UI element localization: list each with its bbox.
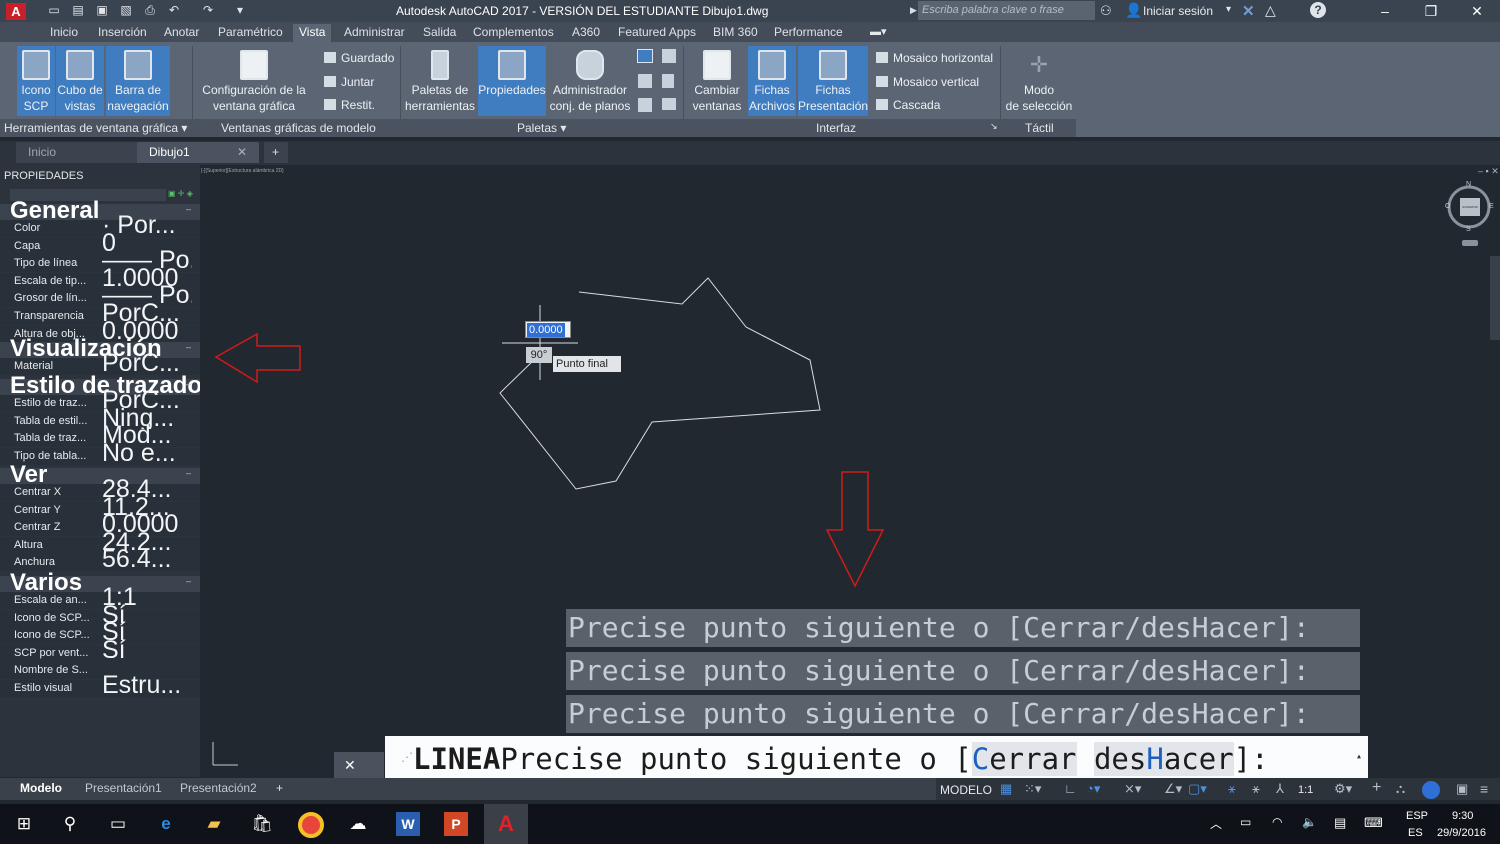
isolate-objects-icon[interactable] <box>1422 781 1440 799</box>
autocad-icon: A <box>498 811 514 836</box>
red-arrow-left <box>214 332 301 384</box>
show-hidden-icons[interactable]: ︿ <box>1210 815 1222 832</box>
search-icon[interactable]: ⚲ <box>58 812 82 836</box>
layout-tab-presentacion1[interactable]: Presentación1 <box>75 780 172 798</box>
units-icon[interactable]: ⛬ <box>1396 781 1405 797</box>
wifi-icon[interactable]: ◠ <box>1272 815 1282 829</box>
viewcube[interactable]: SUPERIOR <box>1460 198 1480 216</box>
option-deshacer-key: H <box>1146 742 1164 776</box>
command-history-toggle-icon[interactable]: ▴ <box>1356 736 1362 778</box>
powerpoint-icon[interactable]: P <box>444 812 468 836</box>
dynamic-input-value: 0.0000 <box>527 323 565 337</box>
language-secondary[interactable]: ES <box>1408 827 1423 839</box>
command-history-line: Precise punto siguiente o [Cerrar/desHac… <box>566 609 1360 647</box>
new-layout-button[interactable]: + <box>266 780 293 798</box>
option-deshacer[interactable]: desHacer <box>1093 742 1234 776</box>
annotation-monitor-icon[interactable]: + <box>1372 779 1381 797</box>
compass-east: E <box>1489 203 1494 210</box>
keyboard-icon[interactable]: ⌨ <box>1364 815 1383 831</box>
word-icon[interactable]: W <box>396 812 420 836</box>
command-recent-icon[interactable]: ⋰ <box>401 750 413 764</box>
annotation-scale-icon[interactable]: ⅄ <box>1276 781 1284 797</box>
workspace-gear-icon[interactable]: ⚙▾ <box>1334 781 1352 797</box>
osnap-tooltip: Punto final <box>553 356 621 372</box>
option-cerrar-rest: errar <box>989 742 1077 776</box>
compass-north: N <box>1466 181 1472 188</box>
volume-icon[interactable]: 🔈 <box>1302 815 1317 829</box>
option-deshacer-pre: des <box>1093 742 1147 776</box>
command-prompt: Precise punto siguiente o [ <box>500 742 972 776</box>
windows-start-icon[interactable]: ⊞ <box>12 812 36 836</box>
chrome-icon[interactable] <box>298 812 324 838</box>
annotation-scale-value[interactable]: 1:1 <box>1298 784 1313 796</box>
store-icon[interactable]: 🛍 <box>250 812 274 836</box>
clock-date[interactable]: 29/9/2016 <box>1437 827 1486 839</box>
command-line-close-icon[interactable]: ✕ 🔧 <box>334 752 384 799</box>
object-snap-tracking-icon[interactable]: ∠▾ <box>1164 781 1182 797</box>
dynamic-input-field[interactable]: 0.0000 <box>525 321 571 338</box>
clean-screen-icon[interactable]: ▣ <box>1456 781 1468 797</box>
option-cerrar[interactable]: Cerrar <box>971 742 1077 776</box>
option-deshacer-rest: acer <box>1163 742 1234 776</box>
object-snap-icon[interactable]: ▢▾ <box>1188 781 1207 797</box>
polyline-drawing <box>499 277 821 490</box>
language-primary[interactable]: ESP <box>1406 810 1428 822</box>
auto-scale-icon[interactable]: ⚹ <box>1252 781 1260 797</box>
navigation-bar[interactable] <box>1490 256 1500 340</box>
angle-tooltip: 90° <box>526 347 552 363</box>
isodraft-icon[interactable]: ⨯▾ <box>1124 781 1141 797</box>
clock-time[interactable]: 9:30 <box>1452 810 1473 822</box>
app-icon[interactable]: ☁ <box>346 812 370 836</box>
battery-icon[interactable]: ▭ <box>1240 815 1251 829</box>
compass-west: O <box>1445 203 1451 210</box>
file-explorer-icon[interactable]: ▰ <box>202 812 226 836</box>
customize-menu-icon[interactable]: ≡ <box>1480 781 1488 797</box>
edge-browser-icon[interactable]: e <box>154 812 178 836</box>
task-view-icon[interactable]: ▭ <box>106 812 130 836</box>
layout-tab-presentacion2[interactable]: Presentación2 <box>170 780 267 798</box>
status-bar <box>936 778 1500 800</box>
snap-icon[interactable]: ⁙▾ <box>1024 781 1041 797</box>
wcs-menu-icon[interactable] <box>1462 240 1478 246</box>
option-cerrar-key: C <box>971 742 990 776</box>
command-prompt-end: ]: <box>1233 742 1269 776</box>
layout-tab-model[interactable]: Modelo <box>10 780 72 798</box>
compass-south: S <box>1466 226 1471 233</box>
polar-tracking-icon[interactable]: ◔▾ <box>1086 781 1100 797</box>
command-line-input[interactable]: ⋰LINEAPrecise punto siguiente o [Cerrar … <box>385 736 1368 778</box>
command-history-line: Precise punto siguiente o [Cerrar/desHac… <box>566 695 1360 733</box>
viewport-window-controls[interactable]: – ▪ ✕ <box>1478 166 1499 177</box>
command-name: LINEA <box>413 742 501 776</box>
annotation-visibility-icon[interactable]: ⚹ <box>1228 781 1236 797</box>
notifications-icon[interactable]: ▤ <box>1334 815 1346 831</box>
ortho-icon[interactable]: ∟ <box>1064 781 1077 796</box>
model-space-button[interactable]: MODELO <box>940 782 992 798</box>
grid-icon[interactable]: ▦ <box>1000 781 1012 797</box>
autocad-taskbar-button[interactable]: A <box>484 804 528 844</box>
command-history-line: Precise punto siguiente o [Cerrar/desHac… <box>566 652 1360 690</box>
red-arrow-down <box>825 471 885 588</box>
